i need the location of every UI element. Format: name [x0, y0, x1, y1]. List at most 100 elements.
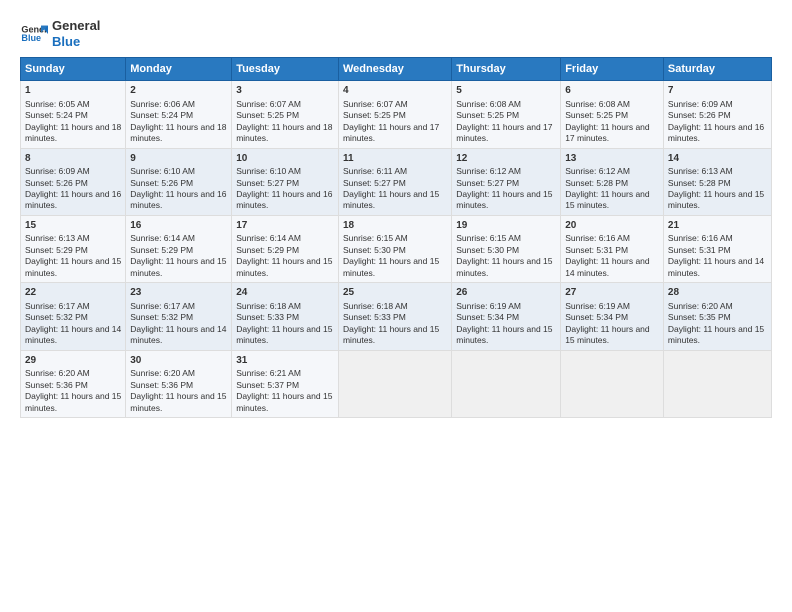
- daylight-text: Daylight: 11 hours and 14 minutes.: [668, 256, 767, 279]
- sunrise-text: Sunrise: 6:18 AM: [236, 301, 334, 312]
- day-number: 17: [236, 219, 334, 233]
- sunrise-text: Sunrise: 6:16 AM: [565, 233, 659, 244]
- sunrise-text: Sunrise: 6:08 AM: [456, 99, 556, 110]
- page: General Blue General Blue SundayMondayTu…: [0, 0, 792, 612]
- sunset-text: Sunset: 5:36 PM: [25, 380, 121, 391]
- svg-text:Blue: Blue: [21, 33, 41, 43]
- day-number: 4: [343, 84, 447, 98]
- sunset-text: Sunset: 5:25 PM: [236, 110, 334, 121]
- sunset-text: Sunset: 5:25 PM: [565, 110, 659, 121]
- day-number: 9: [130, 152, 227, 166]
- day-number: 30: [130, 354, 227, 368]
- sunrise-text: Sunrise: 6:15 AM: [343, 233, 447, 244]
- daylight-text: Daylight: 11 hours and 15 minutes.: [456, 324, 556, 347]
- calendar-week-row: 15Sunrise: 6:13 AMSunset: 5:29 PMDayligh…: [21, 215, 772, 282]
- calendar-cell: 20Sunrise: 6:16 AMSunset: 5:31 PMDayligh…: [561, 215, 664, 282]
- calendar-cell: 25Sunrise: 6:18 AMSunset: 5:33 PMDayligh…: [338, 283, 451, 350]
- sunrise-text: Sunrise: 6:09 AM: [668, 99, 767, 110]
- sunrise-text: Sunrise: 6:20 AM: [668, 301, 767, 312]
- sunrise-text: Sunrise: 6:17 AM: [25, 301, 121, 312]
- day-number: 6: [565, 84, 659, 98]
- sunrise-text: Sunrise: 6:05 AM: [25, 99, 121, 110]
- calendar-cell: 22Sunrise: 6:17 AMSunset: 5:32 PMDayligh…: [21, 283, 126, 350]
- calendar-cell: [338, 350, 451, 417]
- daylight-text: Daylight: 11 hours and 17 minutes.: [565, 122, 659, 145]
- sunset-text: Sunset: 5:30 PM: [343, 245, 447, 256]
- sunrise-text: Sunrise: 6:21 AM: [236, 368, 334, 379]
- sunset-text: Sunset: 5:28 PM: [668, 178, 767, 189]
- calendar-cell: 19Sunrise: 6:15 AMSunset: 5:30 PMDayligh…: [452, 215, 561, 282]
- day-number: 20: [565, 219, 659, 233]
- sunset-text: Sunset: 5:31 PM: [565, 245, 659, 256]
- day-number: 28: [668, 286, 767, 300]
- sunset-text: Sunset: 5:33 PM: [236, 312, 334, 323]
- daylight-text: Daylight: 11 hours and 15 minutes.: [565, 189, 659, 212]
- day-number: 13: [565, 152, 659, 166]
- daylight-text: Daylight: 11 hours and 16 minutes.: [668, 122, 767, 145]
- daylight-text: Daylight: 11 hours and 16 minutes.: [236, 189, 334, 212]
- day-number: 10: [236, 152, 334, 166]
- daylight-text: Daylight: 11 hours and 15 minutes.: [25, 256, 121, 279]
- calendar-cell: 17Sunrise: 6:14 AMSunset: 5:29 PMDayligh…: [232, 215, 339, 282]
- daylight-text: Daylight: 11 hours and 18 minutes.: [236, 122, 334, 145]
- sunset-text: Sunset: 5:29 PM: [130, 245, 227, 256]
- day-header: Sunday: [21, 58, 126, 81]
- calendar-cell: 10Sunrise: 6:10 AMSunset: 5:27 PMDayligh…: [232, 148, 339, 215]
- calendar-cell: [452, 350, 561, 417]
- sunset-text: Sunset: 5:37 PM: [236, 380, 334, 391]
- calendar-cell: 11Sunrise: 6:11 AMSunset: 5:27 PMDayligh…: [338, 148, 451, 215]
- calendar-table: SundayMondayTuesdayWednesdayThursdayFrid…: [20, 57, 772, 418]
- sunrise-text: Sunrise: 6:19 AM: [565, 301, 659, 312]
- daylight-text: Daylight: 11 hours and 15 minutes.: [236, 256, 334, 279]
- daylight-text: Daylight: 11 hours and 16 minutes.: [130, 189, 227, 212]
- daylight-text: Daylight: 11 hours and 15 minutes.: [236, 391, 334, 414]
- calendar-week-row: 8Sunrise: 6:09 AMSunset: 5:26 PMDaylight…: [21, 148, 772, 215]
- header: General Blue General Blue: [20, 18, 772, 49]
- day-number: 22: [25, 286, 121, 300]
- day-header: Friday: [561, 58, 664, 81]
- sunrise-text: Sunrise: 6:20 AM: [25, 368, 121, 379]
- daylight-text: Daylight: 11 hours and 15 minutes.: [343, 324, 447, 347]
- daylight-text: Daylight: 11 hours and 17 minutes.: [456, 122, 556, 145]
- day-number: 11: [343, 152, 447, 166]
- sunset-text: Sunset: 5:34 PM: [565, 312, 659, 323]
- day-number: 21: [668, 219, 767, 233]
- calendar-cell: 8Sunrise: 6:09 AMSunset: 5:26 PMDaylight…: [21, 148, 126, 215]
- day-number: 31: [236, 354, 334, 368]
- sunset-text: Sunset: 5:26 PM: [668, 110, 767, 121]
- logo-text: General Blue: [52, 18, 100, 49]
- daylight-text: Daylight: 11 hours and 18 minutes.: [130, 122, 227, 145]
- daylight-text: Daylight: 11 hours and 15 minutes.: [565, 324, 659, 347]
- daylight-text: Daylight: 11 hours and 15 minutes.: [668, 189, 767, 212]
- sunrise-text: Sunrise: 6:18 AM: [343, 301, 447, 312]
- sunset-text: Sunset: 5:25 PM: [343, 110, 447, 121]
- sunset-text: Sunset: 5:36 PM: [130, 380, 227, 391]
- calendar-week-row: 1Sunrise: 6:05 AMSunset: 5:24 PMDaylight…: [21, 81, 772, 148]
- calendar-cell: 29Sunrise: 6:20 AMSunset: 5:36 PMDayligh…: [21, 350, 126, 417]
- sunrise-text: Sunrise: 6:07 AM: [343, 99, 447, 110]
- sunset-text: Sunset: 5:27 PM: [456, 178, 556, 189]
- daylight-text: Daylight: 11 hours and 16 minutes.: [25, 189, 121, 212]
- sunrise-text: Sunrise: 6:15 AM: [456, 233, 556, 244]
- calendar-cell: 14Sunrise: 6:13 AMSunset: 5:28 PMDayligh…: [663, 148, 771, 215]
- day-header: Saturday: [663, 58, 771, 81]
- day-header: Tuesday: [232, 58, 339, 81]
- calendar-cell: 5Sunrise: 6:08 AMSunset: 5:25 PMDaylight…: [452, 81, 561, 148]
- day-number: 7: [668, 84, 767, 98]
- calendar-cell: 28Sunrise: 6:20 AMSunset: 5:35 PMDayligh…: [663, 283, 771, 350]
- daylight-text: Daylight: 11 hours and 17 minutes.: [343, 122, 447, 145]
- day-header: Monday: [126, 58, 232, 81]
- day-number: 27: [565, 286, 659, 300]
- daylight-text: Daylight: 11 hours and 15 minutes.: [130, 256, 227, 279]
- day-number: 12: [456, 152, 556, 166]
- sunset-text: Sunset: 5:30 PM: [456, 245, 556, 256]
- sunrise-text: Sunrise: 6:19 AM: [456, 301, 556, 312]
- day-number: 29: [25, 354, 121, 368]
- calendar-cell: [663, 350, 771, 417]
- calendar-cell: 9Sunrise: 6:10 AMSunset: 5:26 PMDaylight…: [126, 148, 232, 215]
- sunset-text: Sunset: 5:29 PM: [25, 245, 121, 256]
- daylight-text: Daylight: 11 hours and 15 minutes.: [25, 391, 121, 414]
- sunrise-text: Sunrise: 6:10 AM: [236, 166, 334, 177]
- logo: General Blue General Blue: [20, 18, 100, 49]
- day-number: 8: [25, 152, 121, 166]
